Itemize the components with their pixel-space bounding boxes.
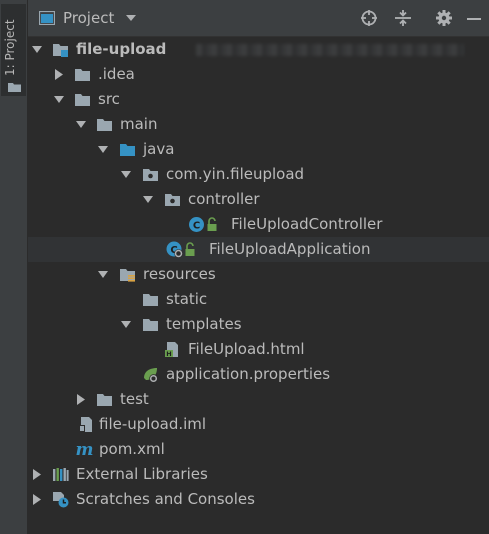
scratches-icon [53, 492, 69, 508]
tree-label: src [98, 90, 120, 108]
folder-icon [75, 69, 90, 81]
tree-row-controller[interactable]: controller [28, 187, 489, 212]
tree-row-main[interactable]: main [28, 112, 489, 137]
tree-row-scratches[interactable]: Scratches and Consoles [28, 487, 489, 512]
module-file-icon [79, 417, 92, 432]
tree-row-project-root[interactable]: file-upload [28, 37, 489, 62]
tree-label: .idea [98, 65, 135, 83]
tree-row-idea[interactable]: .idea [28, 62, 489, 87]
tree-row-external-libraries[interactable]: External Libraries [28, 462, 489, 487]
spring-boot-class-icon: C [166, 241, 183, 258]
tree-row-properties-file[interactable]: application.properties [28, 362, 489, 387]
chevron-down-icon[interactable] [121, 319, 131, 330]
blurred-path [196, 44, 464, 56]
tree-row-application-class[interactable]: C FileUploadApplication [28, 237, 489, 262]
tree-label: templates [166, 315, 242, 333]
folder-icon [97, 394, 112, 406]
lock-open-icon [207, 217, 217, 231]
chevron-down-icon[interactable] [143, 194, 153, 205]
chevron-down-icon[interactable] [98, 269, 108, 280]
resources-folder-icon [120, 269, 135, 282]
window-icon [39, 11, 55, 25]
tree-row-src[interactable]: src [28, 87, 489, 112]
package-icon [165, 194, 180, 206]
spring-properties-icon [144, 368, 158, 383]
folder-icon [75, 94, 90, 106]
tree-label: static [166, 290, 208, 308]
project-tool-window-tab[interactable]: 1: Project [1, 4, 26, 96]
chevron-down-icon[interactable] [54, 94, 64, 105]
tree-row-html-file[interactable]: H FileUpload.html [28, 337, 489, 362]
tree-label: file-upload [76, 40, 167, 58]
tool-window-strip: 1: Project [0, 0, 28, 534]
tree-row-static[interactable]: static [28, 287, 489, 312]
svg-text:m: m [76, 441, 94, 458]
tree-label: test [120, 390, 149, 408]
maven-icon: m [76, 441, 94, 458]
source-folder-icon [120, 144, 135, 156]
package-icon [143, 169, 158, 181]
chevron-down-icon[interactable] [121, 169, 131, 180]
html-file-icon: H [165, 342, 178, 358]
tree-label: pom.xml [99, 440, 165, 458]
project-tab-label: 1: Project [3, 19, 17, 76]
chevron-right-icon[interactable] [76, 394, 86, 405]
tree-row-resources[interactable]: resources [28, 262, 489, 287]
svg-text:H: H [166, 350, 171, 358]
chevron-down-icon[interactable] [98, 144, 108, 155]
folder-icon [97, 119, 112, 131]
gear-icon[interactable] [435, 9, 453, 27]
project-panel-header: Project [28, 0, 489, 37]
chevron-down-icon[interactable] [32, 44, 42, 55]
tree-label: External Libraries [76, 465, 208, 483]
tree-label: Scratches and Consoles [76, 490, 255, 508]
tree-label: FileUploadApplication [209, 240, 371, 258]
chevron-right-icon[interactable] [32, 469, 42, 480]
tree-label: FileUploadController [231, 215, 383, 233]
chevron-right-icon[interactable] [54, 69, 64, 80]
svg-text:C: C [193, 221, 200, 232]
tree-row-controller-class[interactable]: C FileUploadController [28, 212, 489, 237]
tree-row-templates[interactable]: templates [28, 312, 489, 337]
tree-label: resources [143, 265, 216, 283]
tree-label: com.yin.fileupload [166, 165, 305, 183]
class-icon: C [189, 217, 204, 232]
tree-label: file-upload.iml [99, 415, 207, 433]
collapse-all-icon[interactable] [394, 9, 412, 27]
minimize-icon[interactable] [465, 9, 483, 27]
tree-label: FileUpload.html [188, 340, 305, 358]
tree-row-iml-file[interactable]: file-upload.iml [28, 412, 489, 437]
tree-row-java[interactable]: java [28, 137, 489, 162]
tree-row-package[interactable]: com.yin.fileupload [28, 162, 489, 187]
folder-icon [143, 319, 158, 331]
crosshair-icon[interactable] [360, 9, 378, 27]
libraries-icon [53, 468, 69, 481]
tree-label: controller [188, 190, 260, 208]
lock-open-icon [185, 242, 195, 256]
panel-title[interactable]: Project [63, 9, 114, 27]
tree-label: application.properties [166, 365, 331, 383]
folder-icon [8, 83, 21, 92]
chevron-down-icon[interactable] [76, 119, 86, 130]
chevron-right-icon[interactable] [32, 494, 42, 505]
tree-label: java [143, 140, 175, 158]
tree-row-test[interactable]: test [28, 387, 489, 412]
folder-icon [143, 294, 158, 306]
tree-label: main [120, 115, 158, 133]
tree-row-pom[interactable]: m pom.xml [28, 437, 489, 462]
chevron-down-icon[interactable] [126, 15, 136, 22]
module-folder-icon [53, 44, 68, 57]
